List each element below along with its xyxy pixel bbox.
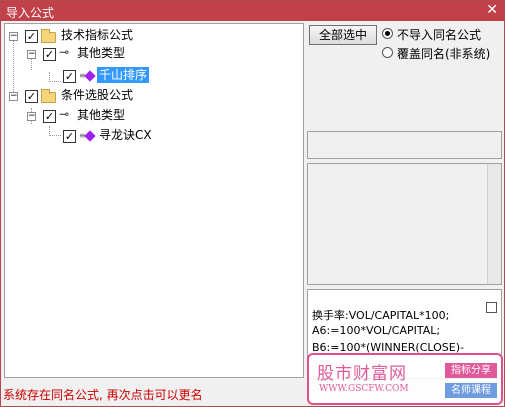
tree-item-qianshan-sort[interactable]: ✓ ≡ 千山排序 [5, 66, 295, 84]
watermark: 股市财富网 WWW.GSCFW.COM 指标分享 名师课程 [307, 353, 503, 405]
tree-subgroup-other-types[interactable]: − ✓ ⊸ 其他类型 [5, 106, 295, 124]
status-message: 系统存在同名公式, 再次点击可以更名 [3, 388, 203, 402]
title-bar: 导入公式 ✕ [1, 1, 504, 21]
key-icon: ⊸ [59, 107, 70, 121]
subgroup-label: 其他类型 [77, 46, 126, 60]
formula-icon [84, 70, 96, 82]
collapse-icon[interactable]: − [9, 92, 18, 101]
formula-tree[interactable]: − ✓ 技术指标公式 − ✓ ⊸ 其他类型 ✓ ≡ 千山排序 − ✓ 条件选股公… [4, 23, 304, 378]
item-checkbox[interactable]: ✓ [63, 130, 76, 143]
radio-overwrite-duplicates[interactable] [382, 47, 393, 58]
radio-skip-label: 不导入同名公式 [397, 28, 482, 42]
description-panel [307, 163, 502, 285]
collapse-icon[interactable]: − [27, 50, 36, 59]
subgroup-checkbox[interactable]: ✓ [43, 110, 56, 123]
item-label: 寻龙诀CX [99, 128, 152, 142]
subgroup-checkbox[interactable]: ✓ [43, 48, 56, 61]
tree-item-xunlongjue[interactable]: ✓ ≡ 寻龙诀CX [5, 126, 295, 144]
folder-icon [41, 29, 56, 43]
subgroup-label: 其他类型 [77, 108, 126, 122]
formula-icon [84, 130, 96, 142]
code-line: A6:=100*VOL/CAPITAL; [312, 324, 441, 337]
group-checkbox[interactable]: ✓ [25, 90, 38, 103]
watermark-tag-course: 名师课程 [445, 383, 497, 398]
radio-overwrite-label: 覆盖同名(非系统) [397, 47, 491, 61]
group-label: 条件选股公式 [61, 88, 134, 102]
item-label: 千山排序 [97, 67, 150, 83]
group-checkbox[interactable]: ✓ [25, 30, 38, 43]
option-checkbox[interactable] [486, 302, 497, 313]
tree-group-stock-selection[interactable]: − ✓ 条件选股公式 [5, 86, 295, 104]
collapse-icon[interactable]: − [9, 32, 18, 41]
import-formula-dialog: 导入公式 ✕ − ✓ 技术指标公式 − ✓ ⊸ 其他类型 ✓ ≡ 千山排序 − … [0, 0, 505, 407]
watermark-url: WWW.GSCFW.COM [319, 384, 409, 394]
code-line: 换手率:VOL/CAPITAL*100; [312, 309, 450, 322]
tree-group-technical-indicators[interactable]: − ✓ 技术指标公式 [5, 26, 295, 44]
select-all-button[interactable]: 全部选中 [309, 25, 377, 45]
key-icon: ⊸ [59, 45, 70, 59]
close-icon[interactable]: ✕ [486, 2, 498, 18]
collapse-icon[interactable]: − [27, 112, 36, 121]
folder-icon [41, 89, 56, 103]
watermark-tag-share: 指标分享 [445, 363, 497, 378]
group-label: 技术指标公式 [61, 28, 134, 42]
watermark-name: 股市财富网 [317, 364, 407, 384]
item-checkbox[interactable]: ✓ [63, 70, 76, 83]
tree-subgroup-other-types[interactable]: − ✓ ⊸ 其他类型 [5, 44, 295, 62]
info-panel [307, 131, 502, 159]
dialog-title: 导入公式 [6, 6, 55, 20]
radio-skip-duplicates[interactable] [382, 28, 393, 39]
scrollbar[interactable] [487, 164, 501, 284]
